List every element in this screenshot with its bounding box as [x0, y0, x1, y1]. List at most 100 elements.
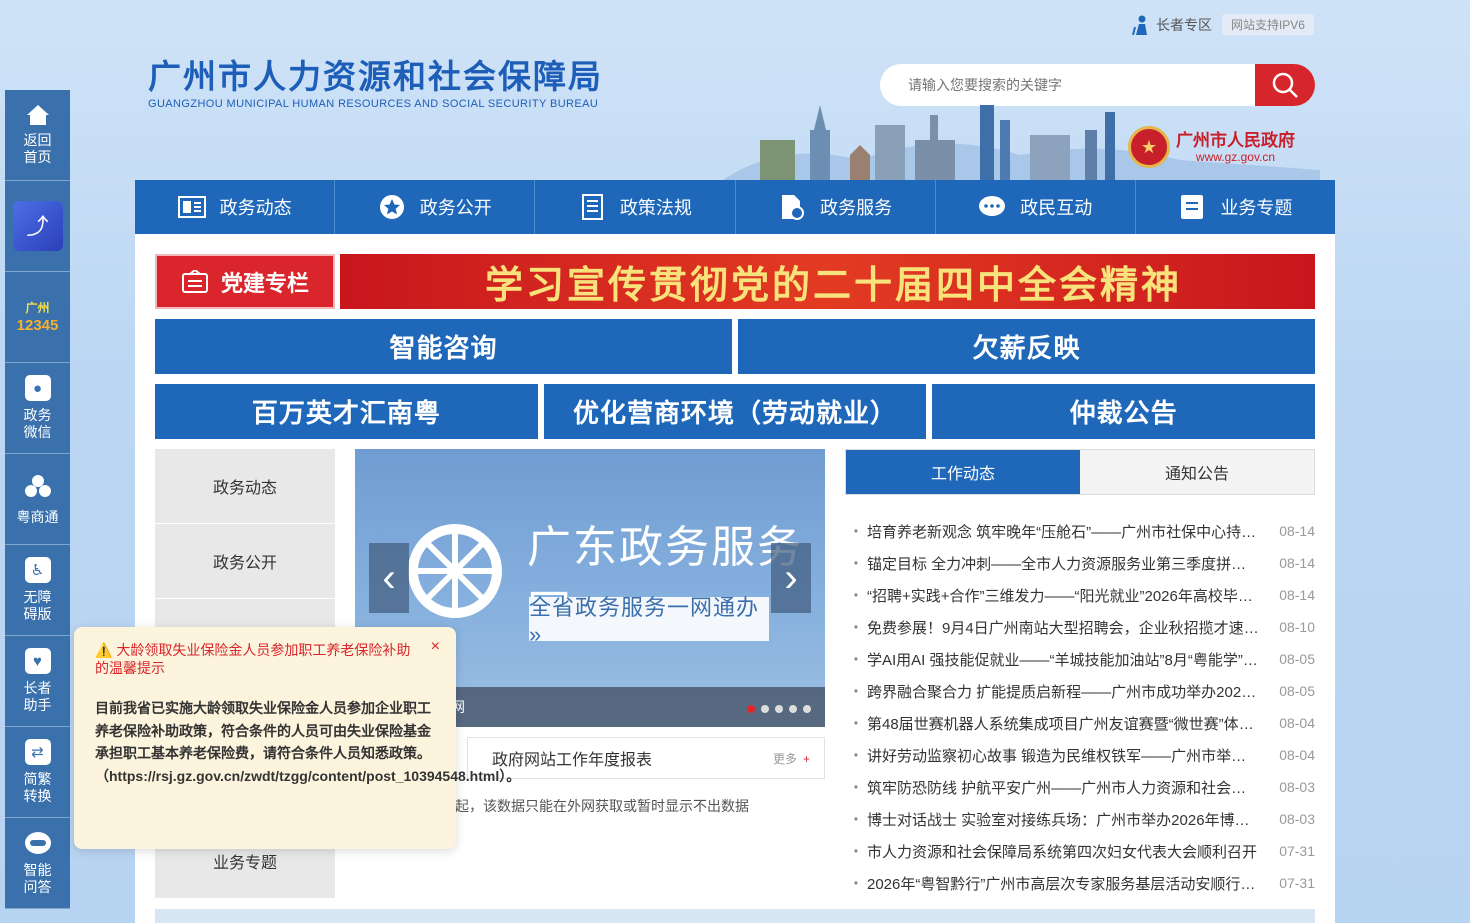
- business-environment-button[interactable]: 优化营商环境（劳动就业）: [543, 384, 927, 439]
- news-item[interactable]: • 培育养老新观念 筑牢晚年“压舱石”——广州市社保中心持续开展养老保险政策宣传0…: [845, 515, 1315, 547]
- news-title[interactable]: 市人力资源和社会保障局系统第四次妇女代表大会顺利召开: [867, 841, 1275, 862]
- simplified-traditional-toggle[interactable]: ⇄ 简繁转换: [5, 727, 70, 818]
- news-title[interactable]: “招聘+实践+合作”三维发力——“阳光就业”2026年高校毕业生就业服务活动: [867, 585, 1275, 606]
- smart-consult-button[interactable]: 智能咨询: [155, 319, 732, 374]
- site-logo[interactable]: 广州市人力资源和社会保障局 GUANGZHOU MUNICIPAL HUMAN …: [148, 58, 603, 110]
- news-date: 08-05: [1279, 683, 1315, 699]
- side-menu-item[interactable]: 政务动态: [155, 449, 335, 524]
- arbitration-notice-button[interactable]: 仲裁公告: [932, 384, 1316, 439]
- yueshangtong-link[interactable]: 粤商通: [5, 454, 70, 545]
- news-title[interactable]: 讲好劳动监察初心故事 锻造为民维权铁军——广州市举办劳动监察故事会: [867, 745, 1275, 766]
- side-menu-item[interactable]: 政务公开: [155, 524, 335, 599]
- news-title[interactable]: 跨界融合聚合力 扩能提质启新程——广州市成功举办2026年人力资源服务活动: [867, 681, 1275, 702]
- elder-zone-label: 长者专区: [1155, 16, 1212, 33]
- elder-zone-link[interactable]: 长者专区: [1131, 15, 1212, 35]
- convert-icon: ⇄: [24, 739, 51, 765]
- news-item[interactable]: • 第48届世赛机器人系统集成项目广州友谊赛暨“微世赛”体验活动举行 08-04: [845, 707, 1315, 739]
- carousel-prev-arrow[interactable]: ‹: [369, 543, 409, 613]
- nav-item-public[interactable]: 政务公开: [335, 180, 536, 234]
- news-item[interactable]: • 博士对话战士 实验室对接练兵场：广州市举办2026年博士科技服务活动08-03: [845, 803, 1315, 835]
- gov-app-icon: ⤴: [12, 201, 63, 251]
- tab-notices[interactable]: 通知公告: [1080, 450, 1314, 494]
- news-item[interactable]: • 跨界融合聚合力 扩能提质启新程——广州市成功举办2026年人力资源服务活动08…: [845, 675, 1315, 707]
- carousel-dot[interactable]: [803, 705, 811, 713]
- carousel-dots: [747, 705, 811, 713]
- carousel-dot[interactable]: [775, 705, 783, 713]
- bullet-icon: •: [853, 524, 859, 538]
- logo-english-name: GUANGZHOU MUNICIPAL HUMAN RESOURCES AND …: [148, 98, 599, 110]
- bullet-icon: •: [853, 652, 859, 666]
- gov-app-link[interactable]: ⤴: [5, 181, 70, 272]
- more-link[interactable]: 更多 +: [773, 750, 810, 767]
- accessible-version-link[interactable]: ♿ 无障碍版: [5, 545, 70, 636]
- popup-title[interactable]: ⚠️ 大龄领取失业保险金人员参加职工养老保险补助的温馨提示: [95, 641, 435, 677]
- gz-government-link[interactable]: ★ 广州市人民政府 www.gz.gov.cn: [1128, 126, 1295, 168]
- news-title[interactable]: 筑牢防恐防线 护航平安广州——广州市人力资源和社会保障局开展反恐演练: [867, 777, 1275, 798]
- nav-label: 政务公开: [419, 198, 492, 218]
- nav-item-interaction[interactable]: 政民互动: [936, 180, 1136, 234]
- carousel-dot[interactable]: [789, 705, 797, 713]
- data-unavailable-note: 起，该数据只能在外网获取或暂时显示不出数据: [455, 798, 749, 814]
- party-column-button[interactable]: 党建专栏: [155, 254, 335, 309]
- yueshangtong-icon: [24, 474, 51, 497]
- party-theme-text: 学习宣传贯彻党的二十届四中全会精神: [485, 262, 1183, 307]
- news-item[interactable]: • 免费参展！9月4日广州南站大型招聘会，企业秋招揽才速来报名 08-10: [845, 611, 1315, 643]
- news-item[interactable]: • 2026年“粤智黔行”广州市高层次专家服务基层活动安顺行圆满完成 07-31: [845, 867, 1315, 899]
- nav-item-news[interactable]: 政务动态: [135, 180, 336, 234]
- smart-qa-label: 智能问答: [23, 862, 52, 895]
- home-button[interactable]: 返回首页: [5, 90, 70, 181]
- star-badge-icon: [378, 193, 406, 221]
- elder-icon: [1131, 15, 1147, 35]
- search-icon: [1272, 72, 1298, 98]
- bullet-icon: •: [853, 844, 859, 858]
- nav-item-policy[interactable]: 政策法规: [535, 180, 736, 234]
- news-item[interactable]: • 锚定目标 全力冲刺——全市人力资源服务业第三季度拼经济工作推进会召开08-14: [845, 547, 1315, 579]
- gov-wechat-link[interactable]: ● 政务微信: [5, 363, 70, 454]
- smart-qa-link[interactable]: 智能问答: [5, 818, 70, 909]
- party-theme-banner[interactable]: 学习宣传贯彻党的二十届四中全会精神: [340, 254, 1315, 309]
- service-document-icon: [778, 193, 806, 221]
- news-item[interactable]: • 学AI用AI 强技能促就业——“羊城技能加油站”8月“粤能学”活动开展 08-0…: [845, 643, 1315, 675]
- news-item[interactable]: • 筑牢防恐防线 护航平安广州——广州市人力资源和社会保障局开展反恐演练08-03: [845, 771, 1315, 803]
- main-nav: 政务动态 政务公开 政策法规 政务服务 政民互动 业务专题: [135, 180, 1335, 234]
- news-item[interactable]: • 讲好劳动监察初心故事 锻造为民维权铁军——广州市举办劳动监察故事会08-04: [845, 739, 1315, 771]
- news-title[interactable]: 第48届世赛机器人系统集成项目广州友谊赛暨“微世赛”体验活动举行: [867, 713, 1275, 734]
- party-building-icon: [181, 269, 208, 293]
- tab-work-news[interactable]: 工作动态: [846, 450, 1080, 494]
- carousel-dot[interactable]: [761, 705, 769, 713]
- talent-button[interactable]: 百万英才汇南粤: [155, 384, 538, 439]
- nav-item-service[interactable]: 政务服务: [736, 180, 936, 234]
- carousel-next-arrow[interactable]: ›: [771, 543, 811, 613]
- news-title[interactable]: 免费参展！9月4日广州南站大型招聘会，企业秋招揽才速来报名: [867, 617, 1275, 638]
- carousel-dot[interactable]: [747, 705, 755, 713]
- nav-item-topics[interactable]: 业务专题: [1136, 180, 1335, 234]
- news-item[interactable]: • “招聘+实践+合作”三维发力——“阳光就业”2026年高校毕业生就业服务活动0…: [845, 579, 1315, 611]
- gz-government-name: 广州市人民政府: [1176, 130, 1295, 150]
- news-title[interactable]: 培育养老新观念 筑牢晚年“压舱石”——广州市社保中心持续开展养老保险政策宣传: [867, 521, 1275, 542]
- list-doc-icon: [1178, 193, 1206, 221]
- wage-arrears-button[interactable]: 欠薪反映: [738, 319, 1315, 374]
- news-title[interactable]: 学AI用AI 强技能促就业——“羊城技能加油站”8月“粤能学”活动开展: [867, 649, 1275, 670]
- news-date: 08-14: [1279, 587, 1315, 603]
- news-title[interactable]: 博士对话战士 实验室对接练兵场：广州市举办2026年博士科技服务活动: [867, 809, 1275, 830]
- home-label: 返回首页: [23, 132, 52, 165]
- home-icon: [26, 105, 49, 125]
- accessible-version-label: 无障碍版: [23, 589, 52, 622]
- top-utility-bar: 长者专区 网站支持IPV6: [1131, 14, 1314, 35]
- bullet-icon: •: [853, 620, 859, 634]
- gz12345-link[interactable]: 广州 12345: [5, 272, 70, 363]
- left-float-bar: 返回首页 ⤴ 广州 12345 ● 政务微信 粤商通 ♿ 无障碍版 ♥ 长者助手…: [5, 90, 70, 909]
- news-title[interactable]: 锚定目标 全力冲刺——全市人力资源服务业第三季度拼经济工作推进会召开: [867, 553, 1275, 574]
- news-date: 08-10: [1279, 619, 1315, 635]
- news-date: 08-14: [1279, 555, 1315, 571]
- wheelchair-icon: ♿: [24, 557, 51, 583]
- bullet-icon: •: [853, 876, 859, 890]
- chat-bubble-icon: [978, 193, 1006, 221]
- annual-report-title[interactable]: 政府网站工作年度报表: [492, 746, 773, 770]
- close-icon[interactable]: ×: [431, 638, 440, 656]
- news-item[interactable]: • 市人力资源和社会保障局系统第四次妇女代表大会顺利召开 07-31: [845, 835, 1315, 867]
- bullet-icon: •: [853, 588, 859, 602]
- news-title[interactable]: 2026年“粤智黔行”广州市高层次专家服务基层活动安顺行圆满完成: [867, 873, 1275, 894]
- elder-assistant-link[interactable]: ♥ 长者助手: [5, 636, 70, 727]
- notice-popup: × ⚠️ 大龄领取失业保险金人员参加职工养老保险补助的温馨提示 目前我省已实施大…: [74, 627, 520, 849]
